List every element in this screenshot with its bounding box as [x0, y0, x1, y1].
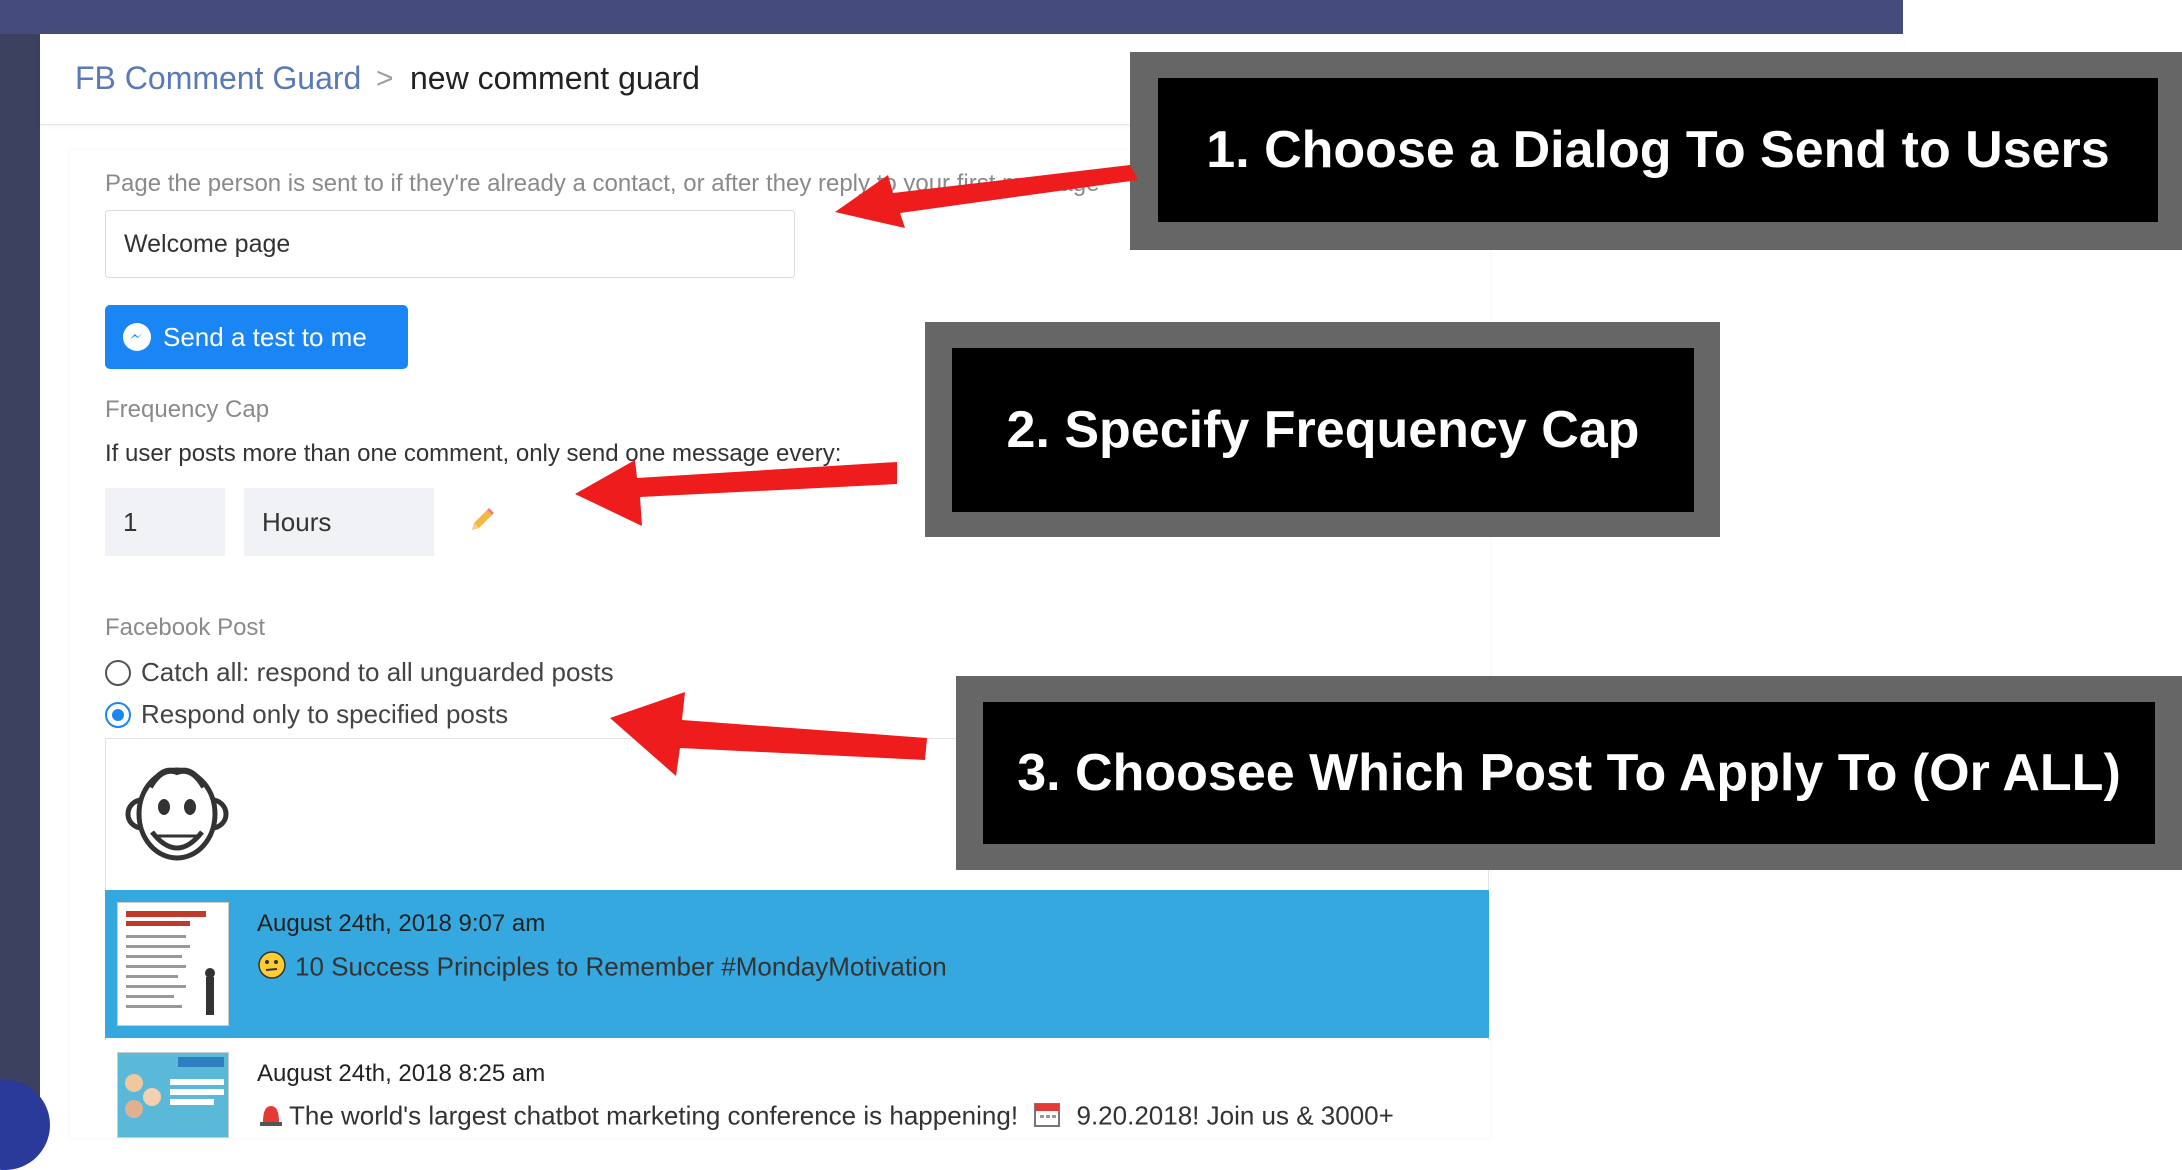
breadcrumb-current: new comment guard [410, 60, 700, 96]
thinking-face-icon [257, 950, 287, 987]
post-text-content: 10 Success Principles to Remember #Monda… [295, 951, 947, 982]
post-date: August 24th, 2018 8:25 am [257, 1060, 546, 1087]
breadcrumb-separator: > [376, 62, 394, 95]
frequency-unit: Hours [262, 506, 332, 537]
facebook-post-label: Facebook Post [105, 614, 266, 641]
post-text-continued: 9.20.2018! Join us & 3000+ [1069, 1100, 1394, 1131]
monkey-avatar-icon [112, 752, 242, 882]
callout-3: 3. Choosee Which Post To Apply To (Or AL… [956, 676, 2182, 870]
post-item[interactable]: August 24th, 2018 8:25 am The world's la… [105, 1040, 1489, 1138]
post-thumbnail [117, 1052, 229, 1138]
siren-icon [257, 1100, 285, 1135]
left-sidebar-strip [0, 34, 40, 1138]
breadcrumb-root-link[interactable]: FB Comment Guard [75, 60, 361, 97]
dialog-field-label: Page the person is sent to if they're al… [105, 170, 1100, 197]
radio-specified-posts-label: Respond only to specified posts [141, 699, 509, 729]
radio-catch-all-label: Catch all: respond to all unguarded post… [141, 657, 614, 687]
post-date: August 24th, 2018 9:07 am [257, 910, 546, 937]
radio-catch-all[interactable]: Catch all: respond to all unguarded post… [105, 657, 614, 688]
frequency-cap-description: If user posts more than one comment, onl… [105, 440, 842, 467]
post-item-selected[interactable]: August 24th, 2018 9:07 am 10 Success Pri… [105, 890, 1489, 1038]
callout-1-text: 1. Choose a Dialog To Send to Users [1158, 78, 2158, 222]
dialog-select-value: Welcome page [124, 229, 291, 258]
post-text-content: The world's largest chatbot marketing co… [289, 1100, 1026, 1131]
frequency-unit-select[interactable]: Hours [244, 488, 434, 556]
top-bar [0, 0, 1903, 34]
pencil-icon[interactable] [466, 504, 498, 536]
calendar-icon [1033, 1100, 1061, 1135]
radio-button-unchecked[interactable] [105, 659, 131, 686]
radio-button-checked[interactable] [105, 701, 131, 728]
frequency-value: 1 [123, 506, 138, 537]
send-test-label: Send a test to me [163, 321, 367, 352]
send-test-button[interactable]: Send a test to me [105, 305, 408, 369]
callout-1: 1. Choose a Dialog To Send to Users [1130, 52, 2182, 250]
post-text: The world's largest chatbot marketing co… [257, 1100, 1394, 1135]
messenger-icon [123, 323, 151, 351]
radio-specified-posts[interactable]: Respond only to specified posts [105, 699, 508, 730]
callout-3-text: 3. Choosee Which Post To Apply To (Or AL… [983, 702, 2155, 844]
post-thumbnail [117, 902, 229, 1026]
frequency-cap-label: Frequency Cap [105, 396, 270, 423]
frequency-value-input[interactable]: 1 [105, 488, 225, 556]
callout-2: 2. Specify Frequency Cap [925, 322, 1720, 537]
post-text: 10 Success Principles to Remember #Monda… [257, 950, 947, 987]
callout-2-text: 2. Specify Frequency Cap [952, 348, 1694, 512]
dialog-select[interactable]: Welcome page [105, 210, 795, 278]
